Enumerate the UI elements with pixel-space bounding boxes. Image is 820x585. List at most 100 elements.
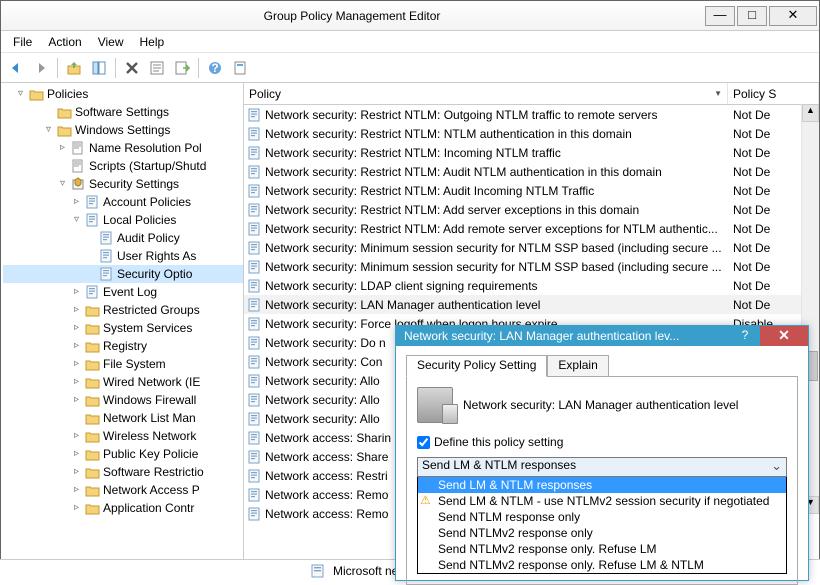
tree-twisty[interactable] bbox=[85, 233, 96, 244]
doc-icon bbox=[98, 266, 114, 282]
tree-twisty[interactable]: ▹ bbox=[71, 485, 82, 496]
back-button[interactable] bbox=[5, 57, 27, 79]
tree-item[interactable]: Software Settings bbox=[3, 103, 243, 121]
tree-twisty[interactable] bbox=[43, 107, 54, 118]
dialog-help-button[interactable]: ? bbox=[730, 326, 760, 346]
policy-icon bbox=[246, 221, 262, 237]
policy-row[interactable]: Network security: LAN Manager authentica… bbox=[244, 295, 819, 314]
properties-dialog: Network security: LAN Manager authentica… bbox=[395, 325, 809, 581]
tree-item[interactable]: Security Optio bbox=[3, 265, 243, 283]
properties-button[interactable] bbox=[146, 57, 168, 79]
policy-row[interactable]: Network security: Restrict NTLM: NTLM au… bbox=[244, 124, 819, 143]
tree-twisty[interactable]: ▿ bbox=[43, 125, 54, 136]
tree-item[interactable]: ▹Application Contr bbox=[3, 499, 243, 517]
tree-twisty[interactable]: ▹ bbox=[71, 341, 82, 352]
export-button[interactable] bbox=[171, 57, 193, 79]
tree-item[interactable]: ▹File System bbox=[3, 355, 243, 373]
policy-row[interactable]: Network security: Restrict NTLM: Audit I… bbox=[244, 181, 819, 200]
dropdown-option[interactable]: Send NTLMv2 response only. Refuse LM bbox=[418, 541, 786, 557]
tree-item[interactable]: ▹Network Access P bbox=[3, 481, 243, 499]
folder-icon bbox=[28, 86, 44, 102]
menu-action[interactable]: Action bbox=[40, 33, 89, 51]
tree-item[interactable]: ▹Wired Network (IE bbox=[3, 373, 243, 391]
scroll-up-button[interactable]: ▲ bbox=[802, 104, 819, 122]
minimize-button[interactable]: — bbox=[705, 6, 735, 26]
tree-item[interactable]: ▹System Services bbox=[3, 319, 243, 337]
policy-row[interactable]: Network security: Minimum session securi… bbox=[244, 257, 819, 276]
policy-row[interactable]: Network security: Restrict NTLM: Add rem… bbox=[244, 219, 819, 238]
show-hide-tree-button[interactable] bbox=[88, 57, 110, 79]
tree-item[interactable]: ▹Public Key Policie bbox=[3, 445, 243, 463]
dropdown-option[interactable]: Send NTLM response only bbox=[418, 509, 786, 525]
column-header-setting[interactable]: Policy S bbox=[728, 83, 819, 104]
policy-row[interactable]: Network security: Minimum session securi… bbox=[244, 238, 819, 257]
column-header-policy[interactable]: Policy bbox=[244, 83, 728, 104]
policy-name: Network security: Restrict NTLM: Incomin… bbox=[265, 146, 731, 160]
tree-label: Account Policies bbox=[103, 195, 191, 209]
tree-twisty[interactable]: ▹ bbox=[71, 377, 82, 388]
refresh-button[interactable] bbox=[229, 57, 251, 79]
tree-twisty[interactable] bbox=[85, 269, 96, 280]
tree-twisty[interactable] bbox=[71, 413, 82, 424]
tree-twisty[interactable]: ▹ bbox=[71, 359, 82, 370]
close-button[interactable]: ✕ bbox=[769, 6, 817, 26]
tree-item[interactable]: ▹Windows Firewall bbox=[3, 391, 243, 409]
folder-icon bbox=[84, 410, 100, 426]
tree-twisty[interactable]: ▹ bbox=[71, 323, 82, 334]
tree-twisty[interactable]: ▹ bbox=[71, 287, 82, 298]
tree-twisty[interactable]: ▹ bbox=[71, 467, 82, 478]
tree-twisty[interactable]: ▿ bbox=[57, 179, 68, 190]
forward-button[interactable] bbox=[30, 57, 52, 79]
tree-twisty[interactable]: ▿ bbox=[71, 215, 82, 226]
tree-item[interactable]: ▹Wireless Network bbox=[3, 427, 243, 445]
scroll-icon bbox=[70, 140, 86, 156]
tree-item[interactable]: ▹Registry bbox=[3, 337, 243, 355]
policy-row[interactable]: Network security: Restrict NTLM: Outgoin… bbox=[244, 105, 819, 124]
tree-item[interactable]: ▿Policies bbox=[3, 85, 243, 103]
menu-view[interactable]: View bbox=[90, 33, 132, 51]
tree-twisty[interactable]: ▹ bbox=[57, 143, 68, 154]
dropdown-option[interactable]: Send NTLMv2 response only bbox=[418, 525, 786, 541]
menu-file[interactable]: File bbox=[5, 33, 40, 51]
tree-item[interactable]: ▹Software Restrictio bbox=[3, 463, 243, 481]
menu-help[interactable]: Help bbox=[132, 33, 173, 51]
dropdown-option[interactable]: Send NTLMv2 response only. Refuse LM & N… bbox=[418, 557, 786, 573]
tree-item[interactable]: ▹Name Resolution Pol bbox=[3, 139, 243, 157]
policy-row[interactable]: Network security: Restrict NTLM: Add ser… bbox=[244, 200, 819, 219]
tree-twisty[interactable]: ▹ bbox=[71, 395, 82, 406]
tree-item[interactable]: Scripts (Startup/Shutd bbox=[3, 157, 243, 175]
dialog-close-button[interactable]: ✕ bbox=[760, 326, 808, 346]
tree-item[interactable]: ▿Local Policies bbox=[3, 211, 243, 229]
tree-twisty[interactable] bbox=[85, 251, 96, 262]
policy-row[interactable]: Network security: Restrict NTLM: Incomin… bbox=[244, 143, 819, 162]
policy-value-dropdown[interactable]: Send LM & NTLM responses bbox=[417, 457, 787, 477]
dropdown-option[interactable]: Send LM & NTLM - use NTLMv2 session secu… bbox=[418, 493, 786, 509]
tree-item[interactable]: User Rights As bbox=[3, 247, 243, 265]
tree-twisty[interactable]: ▹ bbox=[71, 431, 82, 442]
folder-icon bbox=[84, 302, 100, 318]
tree-item[interactable]: ▿Windows Settings bbox=[3, 121, 243, 139]
maximize-button[interactable]: □ bbox=[737, 6, 767, 26]
dialog-titlebar[interactable]: Network security: LAN Manager authentica… bbox=[396, 326, 808, 346]
tree-item[interactable]: ▹Restricted Groups bbox=[3, 301, 243, 319]
tree-twisty[interactable]: ▹ bbox=[71, 503, 82, 514]
policy-row[interactable]: Network security: Restrict NTLM: Audit N… bbox=[244, 162, 819, 181]
define-policy-checkbox-row[interactable]: Define this policy setting bbox=[417, 435, 787, 449]
up-button[interactable] bbox=[63, 57, 85, 79]
help-button[interactable]: ? bbox=[204, 57, 226, 79]
tree-twisty[interactable]: ▹ bbox=[71, 305, 82, 316]
tree-twisty[interactable]: ▹ bbox=[71, 449, 82, 460]
define-policy-checkbox[interactable] bbox=[417, 436, 430, 449]
tree-twisty[interactable]: ▹ bbox=[71, 197, 82, 208]
tree-item[interactable]: ▿Security Settings bbox=[3, 175, 243, 193]
delete-button[interactable] bbox=[121, 57, 143, 79]
policy-row[interactable]: Network security: LDAP client signing re… bbox=[244, 276, 819, 295]
tree-item[interactable]: Audit Policy bbox=[3, 229, 243, 247]
dropdown-option[interactable]: Send LM & NTLM responses bbox=[418, 477, 786, 493]
tab-security-policy-setting[interactable]: Security Policy Setting bbox=[406, 355, 547, 377]
tree-item[interactable]: Network List Man bbox=[3, 409, 243, 427]
tree-item[interactable]: ▹Event Log bbox=[3, 283, 243, 301]
tab-explain[interactable]: Explain bbox=[547, 355, 608, 377]
tree-item[interactable]: ▹ Account Policies bbox=[3, 193, 243, 211]
tree-twisty[interactable] bbox=[57, 161, 68, 172]
